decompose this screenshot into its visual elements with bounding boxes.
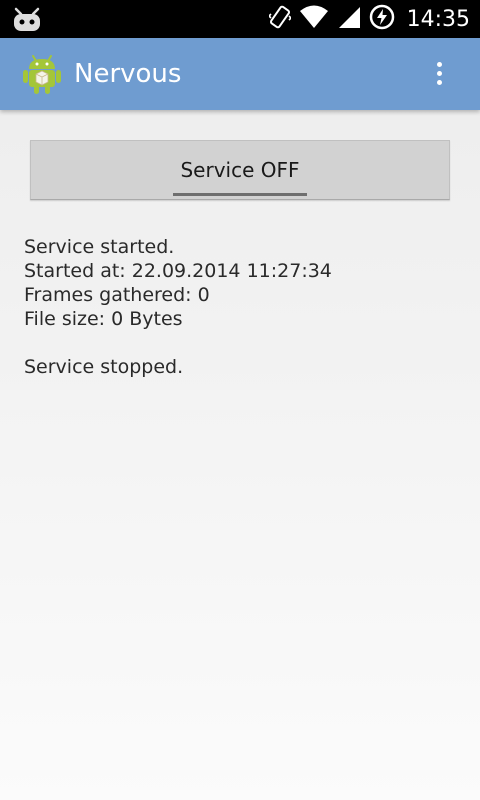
status-bar: 14:35 — [0, 0, 480, 38]
vibrate-icon — [267, 4, 292, 34]
overflow-menu-icon[interactable] — [422, 56, 458, 92]
service-toggle-button[interactable]: Service OFF — [30, 140, 450, 200]
action-bar: Nervous — [0, 38, 480, 110]
service-log: Service started. Started at: 22.09.2014 … — [24, 235, 464, 379]
clock: 14:35 — [406, 6, 470, 32]
wifi-icon — [299, 5, 329, 33]
android-app-icon[interactable] — [22, 52, 62, 96]
log-line: Started at: 22.09.2014 11:27:34 — [24, 260, 332, 282]
app-title: Nervous — [74, 59, 182, 89]
log-line: File size: 0 Bytes — [24, 308, 183, 330]
toggle-indicator — [173, 193, 307, 196]
service-toggle-label: Service OFF — [180, 158, 300, 182]
signal-icon — [337, 5, 361, 33]
battery-charging-icon — [369, 4, 395, 34]
log-line: Frames gathered: 0 — [24, 284, 210, 306]
cyanogenmod-icon — [12, 5, 42, 33]
log-line: Service started. — [24, 236, 175, 258]
log-final-line: Service stopped. — [24, 356, 184, 378]
